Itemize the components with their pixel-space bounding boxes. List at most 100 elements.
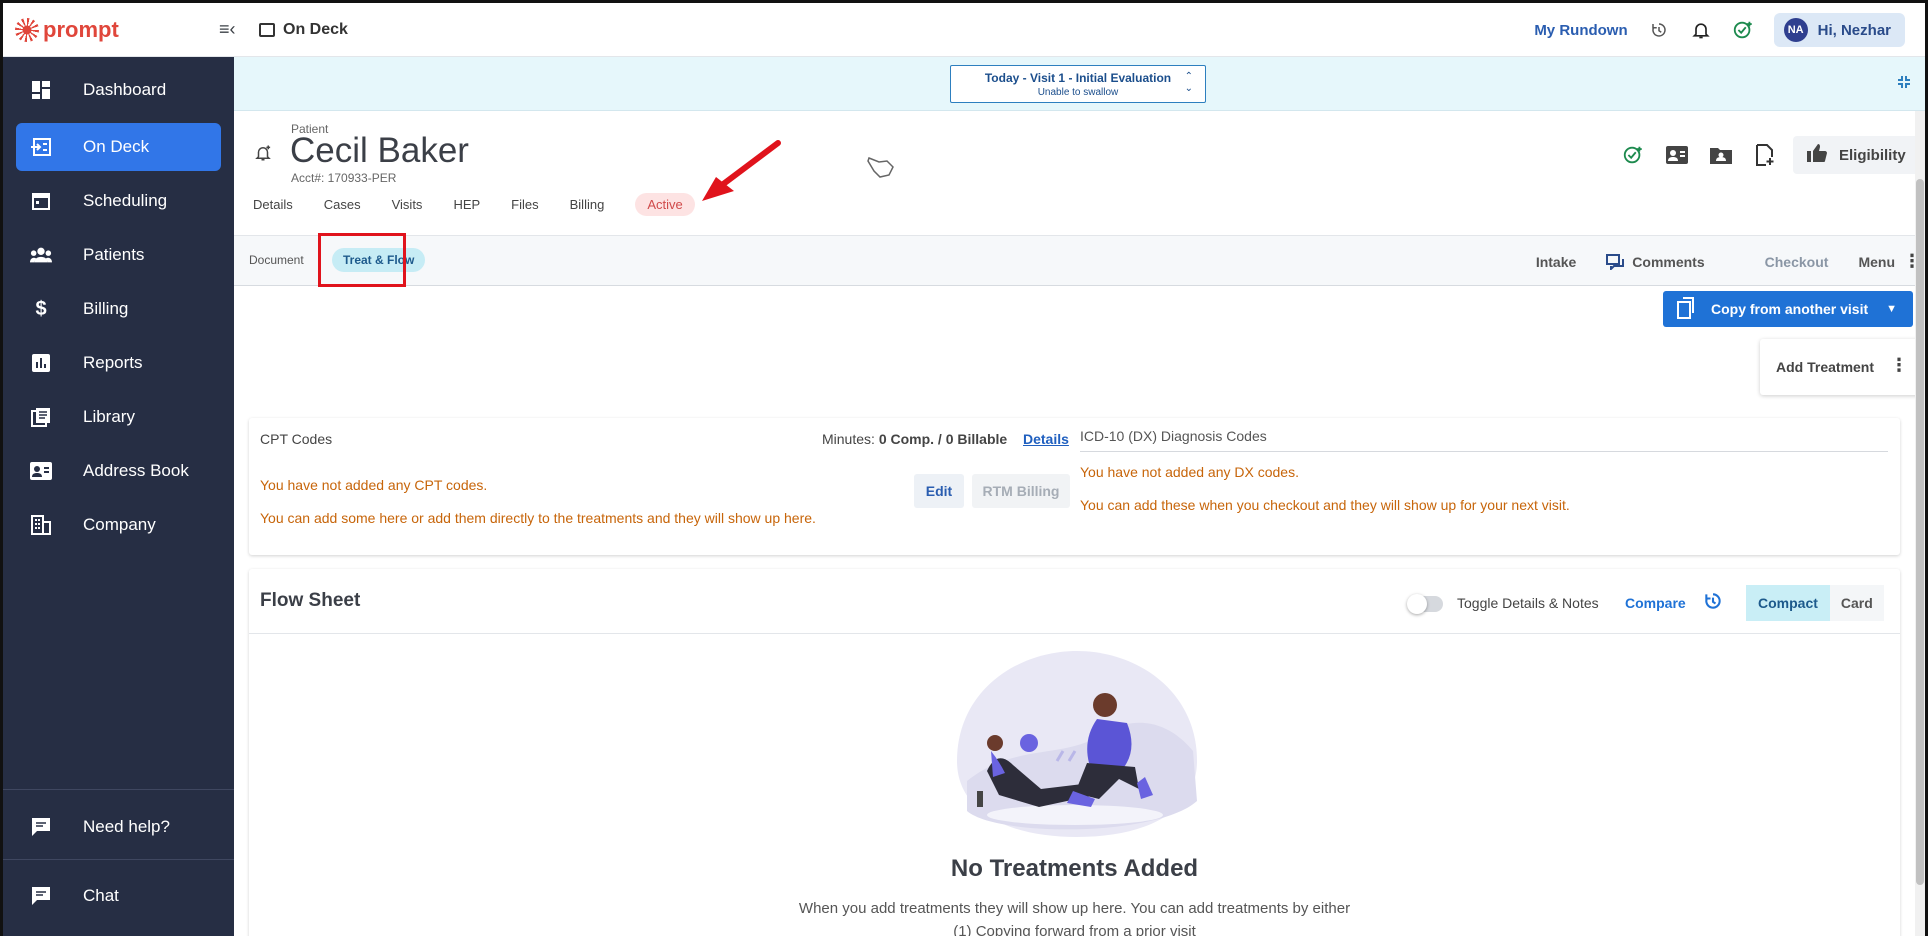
copy-icon [1677,296,1697,322]
toggle-details-notes-label: Toggle Details & Notes [1457,595,1599,611]
sidebar-divider [3,789,234,790]
comments-tab[interactable]: Comments [1606,253,1734,270]
collapse-view-icon[interactable] [1897,75,1911,92]
view-card-button[interactable]: Card [1829,585,1884,621]
sidebar-item-scheduling[interactable]: Scheduling [16,177,221,225]
top-bar: prompt ≡‹ On Deck My Rundown NA Hi, Nezh… [3,3,1925,57]
tab-billing[interactable]: Billing [570,197,605,212]
sidebar-item-label: On Deck [83,137,150,156]
my-rundown-link[interactable]: My Rundown [1534,22,1627,39]
tab-document[interactable]: Document [249,253,304,267]
logo-icon [15,17,39,42]
comments-icon [1606,253,1625,270]
visit-title: Today - Visit 1 - Initial Evaluation [984,71,1172,85]
tab-hep[interactable]: HEP [453,197,480,212]
icd-divider [1080,451,1888,452]
tab-cases[interactable]: Cases [324,197,361,212]
cpt-empty-hint: You can add some here or add them direct… [260,510,816,526]
patient-alert-bell-icon[interactable] [254,143,272,168]
sidebar-item-library[interactable]: Library [16,393,221,441]
flow-sheet-title: Flow Sheet [260,590,361,611]
need-help-button[interactable]: Need help? [16,803,221,851]
sidebar-item-address-book[interactable]: Address Book [16,447,221,495]
status-badge[interactable]: Active [635,193,695,216]
copy-from-another-visit-button[interactable]: Copy from another visit ▼ [1663,291,1913,327]
edit-cpt-button[interactable]: Edit [914,474,964,508]
sidebar-item-patients[interactable]: Patients [16,231,221,279]
empty-state-line: (1) Copying forward from a prior visit [953,923,1196,936]
add-document-icon[interactable] [1743,136,1787,174]
user-greeting: Hi, Nezhar [1817,21,1891,39]
tab-visits[interactable]: Visits [392,197,423,212]
patient-tabs: Details Cases Visits HEP Files Billing A… [253,193,726,216]
need-help-label: Need help? [83,817,170,836]
minutes-value: 0 Comp. / 0 Billable [878,431,1008,447]
add-task-icon[interactable] [1611,136,1655,174]
building-icon [30,514,52,536]
scrollbar-thumb[interactable] [1916,179,1924,885]
details-link[interactable]: Details [1023,431,1069,447]
brand-logo[interactable]: prompt [15,17,205,43]
caret-down-icon: ▼ [1886,303,1898,315]
dashboard-icon [30,79,52,101]
visit-selector[interactable]: Today - Visit 1 - Initial Evaluation Una… [950,65,1206,103]
checkout-tab[interactable]: Checkout [1765,254,1829,270]
intake-tab[interactable]: Intake [1536,254,1576,270]
people-icon [30,244,52,266]
sidebar-divider [3,859,234,860]
empty-state-title: No Treatments Added [950,855,1199,882]
rtm-billing-button[interactable]: RTM Billing [972,474,1070,508]
chat-bubble-icon [30,816,52,838]
view-compact-button[interactable]: Compact [1746,585,1830,621]
comments-label: Comments [1632,253,1705,270]
toggle-details-notes-switch[interactable] [1407,594,1443,614]
chat-icon [30,885,52,907]
breadcrumb-current: On Deck [283,20,348,38]
codes-card: CPT Codes Minutes: 0 Comp. / 0 Billable … [249,418,1900,555]
task-check-icon[interactable] [1732,19,1754,41]
sidebar-item-label: Reports [83,353,143,372]
sidebar-item-reports[interactable]: Reports [16,339,221,387]
history-icon[interactable] [1648,19,1670,41]
patient-folder-icon[interactable] [1699,136,1743,174]
avatar: NA [1783,18,1808,42]
tab-details[interactable]: Details [253,197,293,212]
empty-state-line: When you add treatments they will show u… [798,900,1351,917]
sidebar-item-dashboard[interactable]: Dashboard [16,66,221,114]
sidebar-item-on-deck[interactable]: On Deck [16,123,221,171]
add-treatment-button[interactable]: Add Treatment ⋮ [1760,339,1924,395]
flow-divider [249,633,1900,634]
brand-name: prompt [43,16,119,42]
sidebar-item-company[interactable]: Company [16,501,221,549]
chevron-up-down-icon: ⌃ ⌄ [1184,71,1193,94]
icd-empty-hint: You can add these when you checkout and … [1080,497,1570,513]
annotation-highlight-box [318,233,406,287]
on-deck-icon [30,136,52,158]
thumbs-up-icon [1807,143,1827,167]
notification-bell-icon[interactable] [1690,19,1712,41]
collapse-menu-icon[interactable]: ≡‹ [219,19,249,40]
contact-card-icon[interactable] [1655,136,1699,174]
visit-bar: Today - Visit 1 - Initial Evaluation Una… [234,57,1925,111]
library-icon [30,406,52,428]
compare-button[interactable]: Compare [1625,595,1686,611]
icd-codes-title: ICD-10 (DX) Diagnosis Codes [1080,428,1267,444]
user-menu[interactable]: NA Hi, Nezhar [1773,13,1905,47]
sidebar-item-label: Patients [83,245,145,264]
patient-actions: Eligibility [1611,136,1925,174]
more-options-icon[interactable]: ⋮ [1890,355,1908,376]
tab-files[interactable]: Files [511,197,538,212]
page-scrollbar[interactable] [1915,111,1925,936]
icd-empty-message: You have not added any DX codes. [1080,464,1299,480]
dollar-icon: $ [35,297,47,320]
annotation-arrow [702,140,781,201]
sidebar-item-label: Scheduling [83,191,168,210]
sidebar-item-billing[interactable]: $ Billing [16,285,221,333]
history-icon[interactable] [1703,591,1723,616]
menu-button[interactable]: Menu [1858,254,1895,270]
address-book-icon [30,460,52,482]
eligibility-button[interactable]: Eligibility [1793,136,1922,174]
eligibility-label: Eligibility [1839,146,1906,164]
minutes-summary: Minutes: 0 Comp. / 0 Billable [822,431,1007,447]
chat-button[interactable]: Chat [16,872,221,920]
